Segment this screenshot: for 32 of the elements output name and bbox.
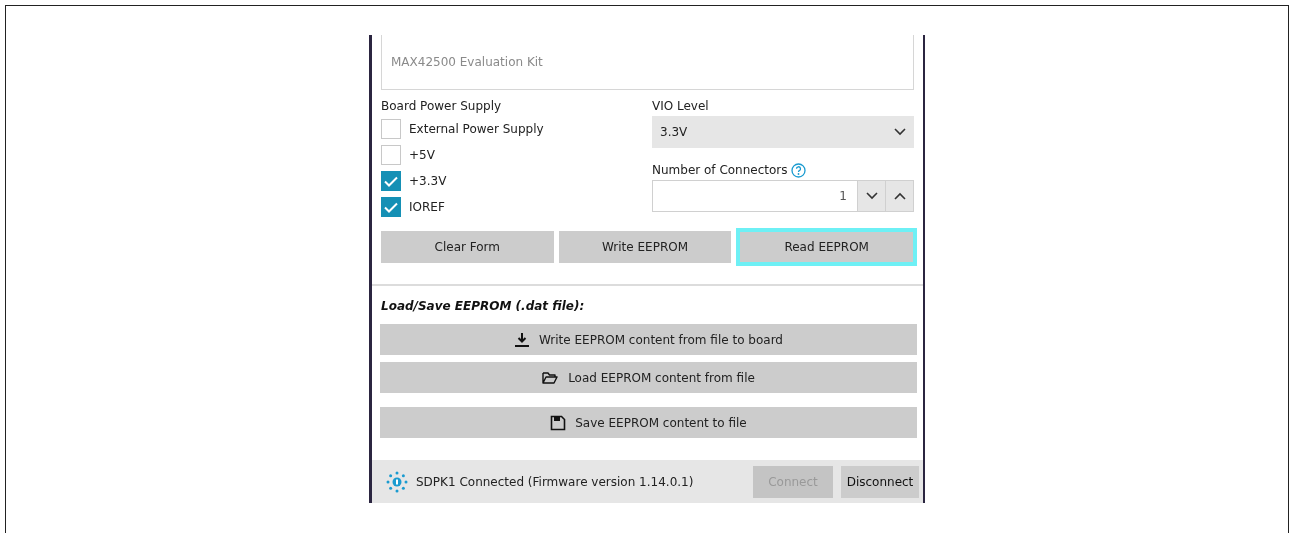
file-button[interactable]: Load EEPROM content from file (380, 362, 917, 393)
file-button[interactable]: Write EEPROM content from file to board (380, 324, 917, 355)
disconnect-button[interactable]: Disconnect (841, 465, 919, 498)
chevron-up-icon (893, 192, 906, 200)
checkbox-label: +5V (409, 147, 435, 163)
increment-button[interactable] (885, 181, 913, 211)
checkbox[interactable] (381, 171, 401, 191)
help-icon[interactable] (790, 163, 806, 178)
description-field[interactable]: MAX42500 Evaluation Kit (381, 35, 914, 90)
checkbox-label: +3.3V (409, 173, 447, 189)
field-label: VIO Level (652, 99, 710, 114)
checkbox[interactable] (381, 197, 401, 217)
eeprom-button[interactable]: Read EEPROM (736, 228, 917, 266)
chevron-down-icon (894, 128, 906, 136)
decrement-button[interactable] (857, 181, 885, 211)
file-button[interactable]: Save EEPROM content to file (380, 407, 917, 438)
checkbox[interactable] (381, 119, 401, 139)
eeprom-button[interactable]: Clear Form (381, 231, 554, 263)
field-label: Number of Connectors (652, 163, 788, 178)
connectors-spinbox[interactable]: 1 (652, 180, 914, 212)
chevron-down-icon (865, 192, 878, 200)
eeprom-button[interactable]: Write EEPROM (558, 231, 732, 263)
checkbox[interactable] (381, 145, 401, 165)
vio-level-dropdown[interactable]: 3.3V (652, 116, 914, 148)
checkbox-label: External Power Supply (409, 121, 544, 137)
section-heading: Load/Save EEPROM (.dat file): (381, 299, 586, 313)
checkbox-label: IOREF (409, 199, 445, 215)
folder-icon (542, 370, 560, 385)
status-text: SDPK1 Connected (Firmware version 1.14.0.1) (416, 474, 695, 489)
connection-status-icon (386, 470, 408, 493)
download-icon (514, 331, 530, 348)
section-label: Board Power Supply (381, 99, 503, 114)
